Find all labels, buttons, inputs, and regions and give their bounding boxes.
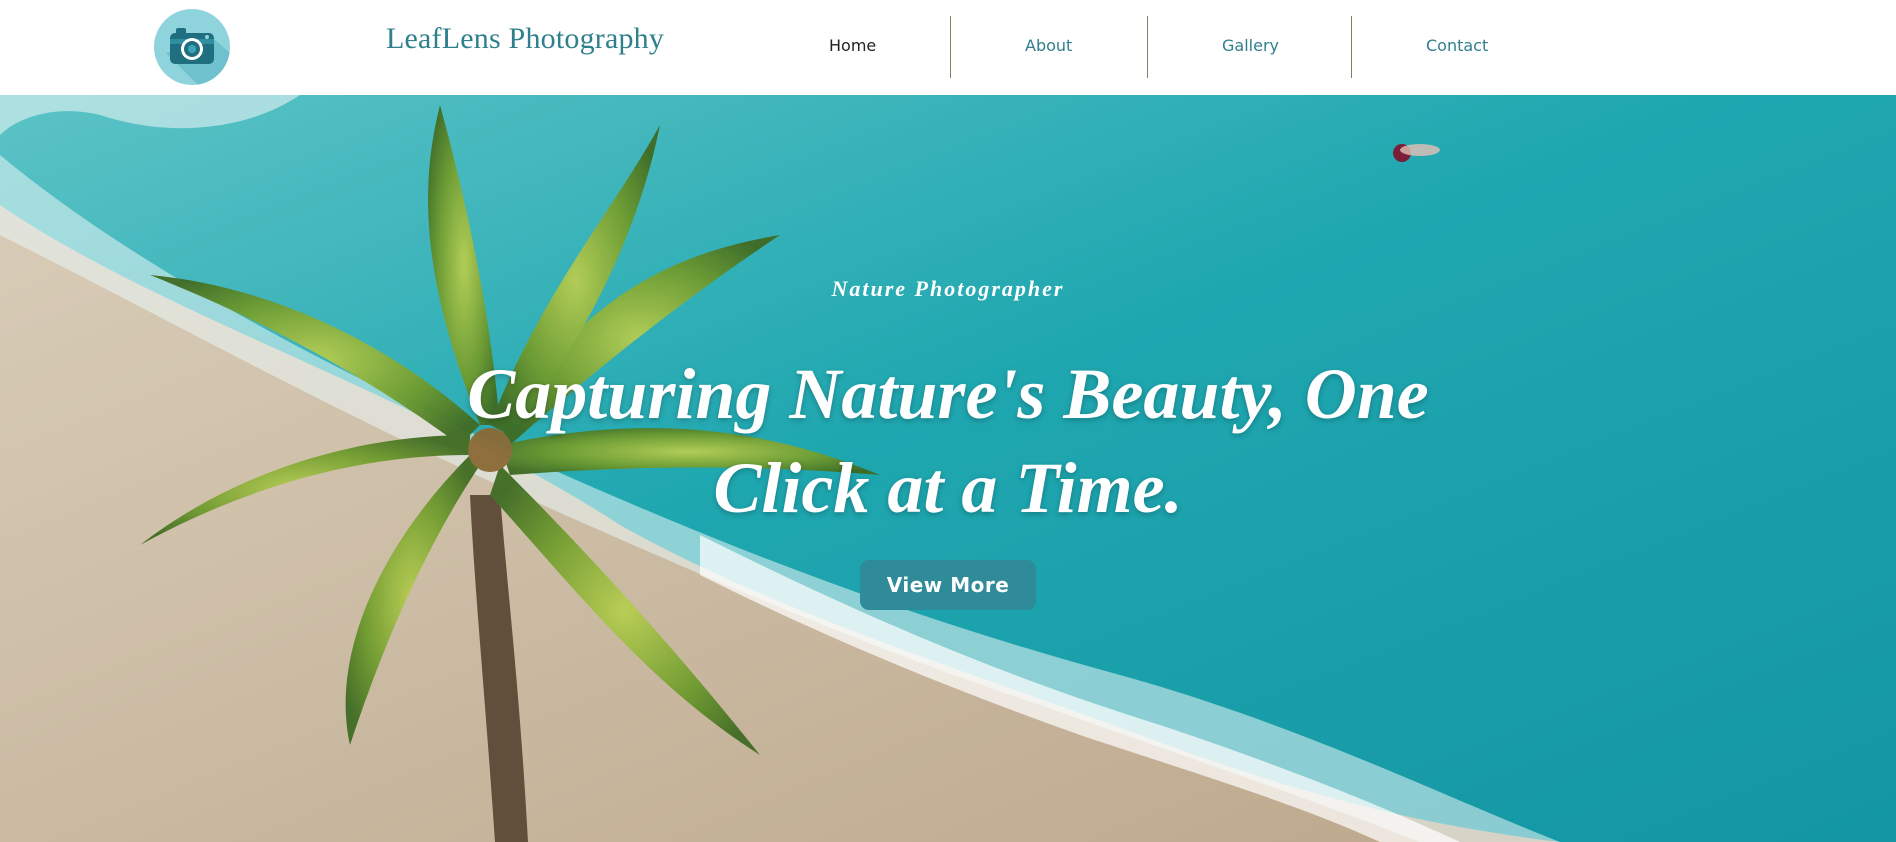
nav-divider — [1147, 16, 1148, 78]
main-nav: Home About Gallery Contact — [0, 0, 1896, 95]
nav-divider — [1351, 16, 1352, 78]
nav-home[interactable]: Home — [829, 36, 876, 55]
hero-title: Capturing Nature's Beauty, One Click at … — [467, 354, 1429, 528]
nav-about[interactable]: About — [1025, 36, 1072, 55]
nav-contact[interactable]: Contact — [1426, 36, 1488, 55]
nav-divider — [950, 16, 951, 78]
nav-gallery[interactable]: Gallery — [1222, 36, 1279, 55]
site-header: LeafLens Photography Home About Gallery … — [0, 0, 1896, 95]
view-more-button[interactable]: View More — [860, 560, 1036, 610]
hero-subtitle: Nature Photographer — [831, 276, 1065, 301]
hero-section: Nature Photographer Capturing Nature's B… — [0, 95, 1896, 842]
